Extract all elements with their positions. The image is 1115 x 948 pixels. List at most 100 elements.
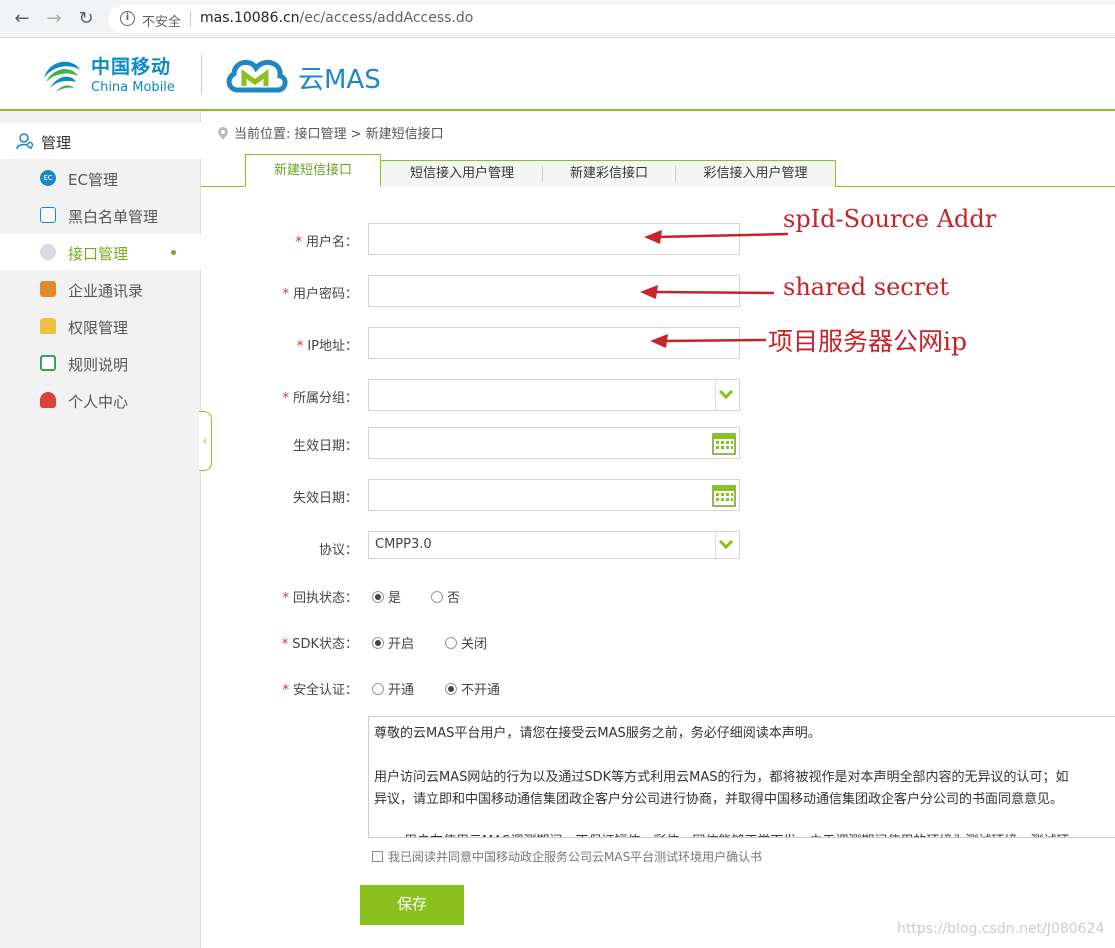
back-icon[interactable]: ← — [10, 8, 34, 30]
radio-checked[interactable] — [372, 637, 384, 649]
annotation-arrow — [640, 285, 775, 299]
save-button[interactable]: 保存 — [360, 885, 464, 925]
required-mark: * — [281, 637, 289, 652]
sidebar-item-label: 企业通讯录 — [68, 282, 144, 300]
chevron-down-icon — [718, 384, 734, 400]
agree-checkbox-row[interactable]: 我已阅读并同意中国移动政企服务公司云MAS平台测试环境用户确认书 — [372, 848, 762, 865]
sidebar: 管理 EC EC管理 黑白名单管理 接口管理 企业通讯录 权限管理 规则说明 个… — [0, 111, 201, 948]
sdk-label-text: SDK状态： — [292, 637, 358, 652]
start-date-input[interactable] — [368, 427, 740, 459]
tab-new-mms[interactable]: 新建彩信接口 — [543, 160, 675, 187]
auth-label-text: 安全认证： — [292, 683, 358, 698]
protocol-dropdown-button[interactable] — [715, 532, 739, 558]
group-select[interactable] — [368, 379, 740, 411]
auth-on-option[interactable]: 开通 — [372, 679, 414, 698]
password-label-text: 用户密码： — [292, 287, 358, 302]
agree-label: 我已阅读并同意中国移动政企服务公司云MAS平台测试环境用户确认书 — [388, 850, 763, 864]
username-label: * 用户名： — [198, 231, 358, 250]
required-mark: * — [282, 287, 289, 302]
active-indicator — [171, 250, 176, 255]
protocol-value: CMPP3.0 — [375, 537, 432, 552]
protocol-label: 协议： — [318, 543, 358, 558]
forward-icon[interactable]: → — [42, 8, 66, 30]
chevron-down-icon — [718, 534, 734, 550]
cloud-mas-logo-icon — [226, 59, 288, 93]
annotation-spid: spId-Source Addr — [783, 205, 997, 233]
product-name: 云MAS — [298, 65, 381, 95]
required-mark: * — [282, 591, 289, 606]
sidebar-item-directory[interactable]: 企业通讯录 — [0, 271, 201, 307]
url-path: /ec/access/addAccess.do — [299, 10, 474, 26]
receipt-yes-option[interactable]: 是 — [372, 587, 401, 606]
end-date-input[interactable] — [368, 479, 740, 511]
radio-unchecked[interactable] — [445, 637, 457, 649]
insecure-label: 不安全 — [142, 15, 182, 30]
lock-icon — [40, 318, 56, 334]
sidebar-item-rules[interactable]: 规则说明 — [0, 345, 201, 381]
radio-unchecked[interactable] — [431, 591, 443, 603]
disclaimer-line: 异议，请立即和中国移动通信集团政企客户分公司进行协商，并取得中国移动通信集团政企… — [374, 792, 1064, 807]
url-text[interactable]: mas.10086.cn/ec/access/addAccess.do — [200, 10, 473, 26]
china-mobile-logo-icon — [44, 61, 80, 92]
disclaimer-line: 尊敬的云MAS平台用户，请您在接受云MAS服务之前，务必仔细阅读本声明。 — [374, 726, 821, 741]
sdk-label: * SDK状态： — [198, 633, 358, 652]
ip-label: * IP地址： — [198, 335, 358, 354]
reload-icon[interactable]: ↻ — [74, 8, 98, 30]
disclaimer-textarea[interactable]: 尊敬的云MAS平台用户，请您在接受云MAS服务之前，务必仔细阅读本声明。 用户访… — [368, 716, 1115, 838]
location-pin-icon — [218, 127, 228, 140]
agree-checkbox[interactable] — [372, 851, 383, 862]
china-mobile-en: China Mobile — [91, 80, 175, 95]
radio-checked[interactable] — [445, 683, 457, 695]
annotation-ip: 项目服务器公网ip — [768, 327, 967, 356]
sidebar-item-blacklist[interactable]: 黑白名单管理 — [0, 197, 201, 233]
protocol-select[interactable]: CMPP3.0 — [368, 531, 740, 559]
china-mobile-wordmark: 中国移动 China Mobile — [91, 52, 175, 95]
watermark: https://blog.csdn.net/J080624 — [897, 921, 1105, 937]
address-bar[interactable]: i 不安全 mas.10086.cn/ec/access/addAccess.d… — [108, 5, 1115, 33]
annotation-arrow — [650, 334, 767, 348]
sidebar-item-interface[interactable]: 接口管理 — [0, 234, 201, 270]
sidebar-item-label: EC管理 — [68, 171, 118, 189]
group-label-text: 所属分组： — [292, 391, 358, 406]
auth-label: * 安全认证： — [198, 679, 358, 698]
tab-sms-users[interactable]: 短信接入用户管理 — [382, 160, 542, 187]
auth-off-label: 不开通 — [461, 683, 501, 698]
document-icon — [40, 355, 56, 371]
contact-card-icon — [40, 207, 56, 223]
sidebar-item-label: 权限管理 — [68, 319, 129, 337]
annotation-secret: shared secret — [783, 273, 950, 301]
calendar-icon[interactable] — [712, 483, 736, 507]
sidebar-item-label: 黑白名单管理 — [68, 208, 159, 226]
user-icon — [40, 392, 56, 408]
address-book-icon — [40, 281, 56, 297]
sidebar-title: 管理 — [41, 134, 72, 152]
receipt-yes-label: 是 — [388, 591, 402, 606]
sidebar-item-profile[interactable]: 个人中心 — [0, 382, 201, 418]
required-mark: * — [295, 235, 302, 250]
receipt-label-text: 回执状态： — [292, 591, 358, 606]
sidebar-item-ec[interactable]: EC EC管理 — [0, 160, 201, 196]
annotation-arrow — [644, 230, 789, 244]
tab-new-sms[interactable]: 新建短信接口 — [245, 154, 381, 187]
ec-icon: EC — [40, 170, 56, 186]
calendar-icon[interactable] — [712, 431, 736, 455]
start-date-label: 生效日期： — [292, 439, 358, 454]
sdk-on-option[interactable]: 开启 — [372, 633, 414, 652]
receipt-no-label: 否 — [447, 591, 461, 606]
radio-checked[interactable] — [372, 591, 384, 603]
ip-label-text: IP地址： — [307, 339, 358, 354]
auth-off-option[interactable]: 不开通 — [445, 679, 500, 698]
breadcrumb-text: 当前位置: 接口管理 > 新建短信接口 — [234, 127, 444, 142]
radio-unchecked[interactable] — [372, 683, 384, 695]
sdk-on-label: 开启 — [388, 637, 415, 652]
required-mark: * — [282, 683, 289, 698]
info-icon[interactable]: i — [120, 11, 135, 26]
tab-mms-users[interactable]: 彩信接入用户管理 — [676, 160, 835, 187]
sdk-off-option[interactable]: 关闭 — [445, 633, 487, 652]
sidebar-item-label: 规则说明 — [68, 356, 129, 374]
sidebar-item-permissions[interactable]: 权限管理 — [0, 308, 201, 344]
group-dropdown-button[interactable] — [715, 380, 739, 410]
receipt-label: * 回执状态： — [198, 587, 358, 606]
receipt-no-option[interactable]: 否 — [431, 587, 460, 606]
sidebar-item-label: 接口管理 — [68, 245, 129, 263]
